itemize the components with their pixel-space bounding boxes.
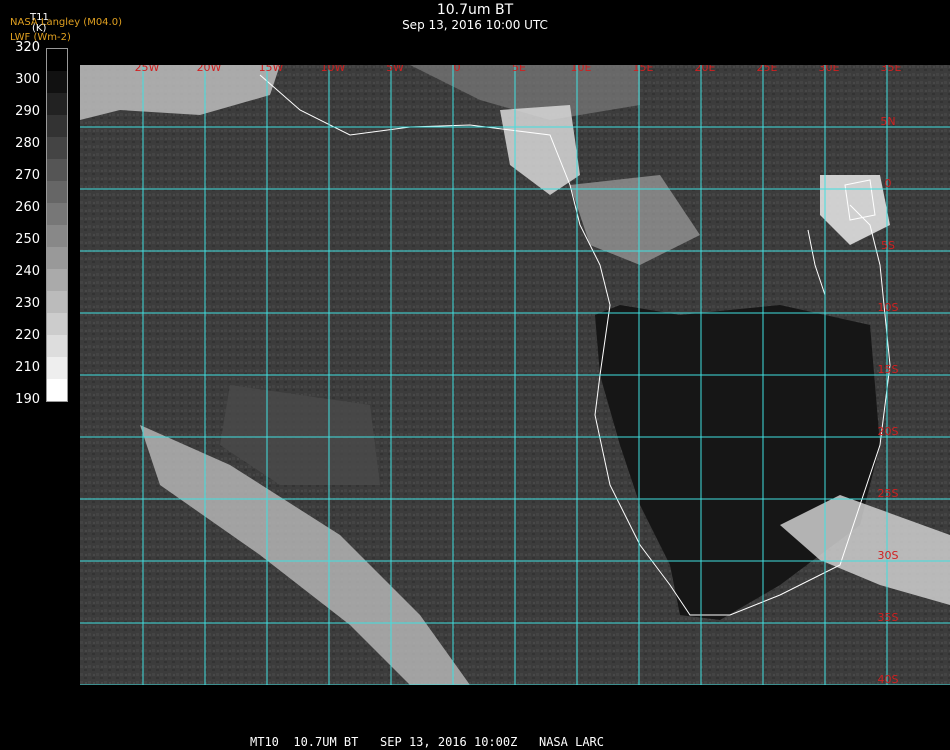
longitude-label: 5E <box>512 65 526 74</box>
longitude-label: 35E <box>881 65 902 74</box>
colorbar-tick-label: 300 <box>15 72 40 87</box>
latitude-label: 5N <box>880 115 895 128</box>
colorbar-step <box>47 225 67 247</box>
colorbar-tick-label: 210 <box>15 360 40 375</box>
colorbar-tick-label: 190 <box>15 392 40 407</box>
longitude-label: 0 <box>454 65 461 74</box>
latitude-label: 10S <box>878 301 899 314</box>
colorbar-variable-name: T11 <box>30 12 49 23</box>
latitude-label: 25S <box>878 487 899 500</box>
colorbar-tick-label: 290 <box>15 104 40 119</box>
colorbar-step <box>47 115 67 137</box>
colorbar-step <box>47 93 67 115</box>
colorbar-tick-label: 240 <box>15 264 40 279</box>
title: 10.7um BT <box>436 2 514 18</box>
latitude-label: 5S <box>881 239 895 252</box>
longitude-label: 20E <box>695 65 716 74</box>
latitude-label: 20S <box>878 425 899 438</box>
colorbar-step <box>47 181 67 203</box>
latitude-label: 35S <box>878 611 899 624</box>
longitude-label: 10W <box>321 65 346 74</box>
longitude-label: 20W <box>197 65 222 74</box>
credit-line-1: NASA Langley (M04.0) <box>10 17 122 28</box>
colorbar-step <box>47 313 67 335</box>
longitude-label: 25E <box>757 65 778 74</box>
footer-caption: MT10 10.7UM BT SEP 13, 2016 10:00Z NASA … <box>250 735 605 749</box>
colorbar-step <box>47 335 67 357</box>
longitude-label: 30E <box>819 65 840 74</box>
colorbar-tick-label: 260 <box>15 200 40 215</box>
colorbar-step <box>47 137 67 159</box>
colorbar-step <box>47 269 67 291</box>
colorbar-step <box>47 49 67 71</box>
latitude-label: 40S <box>878 673 899 685</box>
colorbar-step <box>47 291 67 313</box>
colorbar-tick-label: 280 <box>15 136 40 151</box>
latitude-label: 0 <box>885 177 892 190</box>
colorbar-tick-label: 270 <box>15 168 40 183</box>
colorbar-tick-label: 320 <box>15 40 40 55</box>
colorbar-tick-label: 220 <box>15 328 40 343</box>
longitude-label: 5W <box>386 65 404 74</box>
latitude-label: 30S <box>878 549 899 562</box>
colorbar-variable: T11 (K) <box>30 12 49 34</box>
longitude-label: 15W <box>259 65 284 74</box>
longitude-label: 25W <box>135 65 160 74</box>
colorbar-tick-label: 230 <box>15 296 40 311</box>
colorbar-step <box>47 357 67 379</box>
colorbar-step <box>47 203 67 225</box>
colorbar-step <box>47 159 67 181</box>
longitude-label: 10E <box>571 65 592 74</box>
colorbar-unit: (K) <box>32 23 47 34</box>
colorbar-step <box>47 247 67 269</box>
colorbar <box>46 48 68 402</box>
colorbar-tick-label: 250 <box>15 232 40 247</box>
latitude-label: 15S <box>878 363 899 376</box>
colorbar-step <box>47 379 67 401</box>
longitude-label: 15E <box>633 65 654 74</box>
satellite-map: 25W 20W 15W 10W 5W 0 5E 10E 15E 20E 25E 30E 35E 5N 0 5S… <box>80 65 950 685</box>
colorbar-step <box>47 71 67 93</box>
subtitle: Sep 13, 2016 10:00 UTC <box>402 18 548 32</box>
